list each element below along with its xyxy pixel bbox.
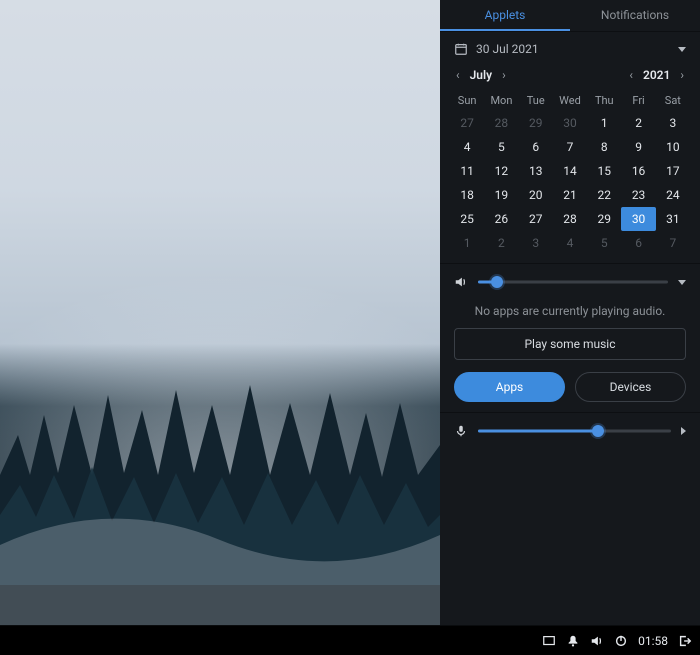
- calendar-prev-year[interactable]: ‹: [625, 66, 637, 84]
- tab-notifications[interactable]: Notifications: [570, 0, 700, 31]
- calendar-day[interactable]: 28: [484, 111, 518, 135]
- calendar-day[interactable]: 30: [621, 207, 655, 231]
- calendar-day[interactable]: 5: [484, 135, 518, 159]
- calendar-day[interactable]: 23: [621, 183, 655, 207]
- calendar-day[interactable]: 4: [450, 135, 484, 159]
- calendar-day[interactable]: 12: [484, 159, 518, 183]
- calendar-day[interactable]: 15: [587, 159, 621, 183]
- calendar-day[interactable]: 26: [484, 207, 518, 231]
- sound-tray-icon[interactable]: [590, 634, 604, 648]
- calendar-month-label: July: [470, 68, 492, 82]
- calendar-day[interactable]: 19: [484, 183, 518, 207]
- calendar-day[interactable]: 6: [621, 231, 655, 255]
- calendar-year-label: 2021: [643, 68, 670, 82]
- calendar-header: ‹ July › ‹ 2021 ›: [450, 62, 690, 90]
- play-music-button[interactable]: Play some music: [454, 328, 686, 360]
- calendar-day[interactable]: 9: [621, 135, 655, 159]
- desktop-wallpaper[interactable]: [0, 0, 440, 625]
- calendar-dow: Sat: [656, 90, 690, 111]
- calendar-day[interactable]: 7: [656, 231, 690, 255]
- calendar-day[interactable]: 17: [656, 159, 690, 183]
- notifications-tray-icon[interactable]: [566, 634, 580, 648]
- calendar-day[interactable]: 31: [656, 207, 690, 231]
- taskbar-clock[interactable]: 01:58: [638, 634, 668, 648]
- volume-section: No apps are currently playing audio. Pla…: [440, 264, 700, 413]
- audio-tabs: Apps Devices: [454, 372, 686, 402]
- calendar-day[interactable]: 3: [519, 231, 553, 255]
- calendar-day[interactable]: 29: [519, 111, 553, 135]
- mic-slider[interactable]: [478, 423, 671, 439]
- calendar-day[interactable]: 21: [553, 183, 587, 207]
- calendar-day[interactable]: 2: [621, 111, 655, 135]
- applets-panel: Applets Notifications 30 Jul 2021 ‹ July…: [440, 0, 700, 625]
- calendar-next-month[interactable]: ›: [498, 66, 510, 84]
- calendar-day[interactable]: 7: [553, 135, 587, 159]
- volume-slider[interactable]: [478, 274, 668, 290]
- panel-tabs: Applets Notifications: [440, 0, 700, 32]
- calendar-day[interactable]: 20: [519, 183, 553, 207]
- tab-applets[interactable]: Applets: [440, 0, 570, 31]
- taskbar: 01:58: [0, 625, 700, 655]
- calendar-day[interactable]: 22: [587, 183, 621, 207]
- mic-expand-icon[interactable]: [681, 427, 686, 435]
- calendar-day[interactable]: 1: [450, 231, 484, 255]
- calendar-day[interactable]: 25: [450, 207, 484, 231]
- calendar-day[interactable]: 27: [519, 207, 553, 231]
- calendar-prev-month[interactable]: ‹: [452, 66, 464, 84]
- calendar-day[interactable]: 4: [553, 231, 587, 255]
- calendar-dow: Wed: [553, 90, 587, 111]
- calendar-day[interactable]: 5: [587, 231, 621, 255]
- calendar-day[interactable]: 28: [553, 207, 587, 231]
- calendar-dow: Fri: [621, 90, 655, 111]
- apps-button[interactable]: Apps: [454, 372, 565, 402]
- calendar-day[interactable]: 27: [450, 111, 484, 135]
- calendar-day[interactable]: 24: [656, 183, 690, 207]
- calendar-day[interactable]: 14: [553, 159, 587, 183]
- wallpaper-trees: [0, 285, 440, 625]
- calendar-day[interactable]: 3: [656, 111, 690, 135]
- calendar-dow: Mon: [484, 90, 518, 111]
- calendar-day[interactable]: 18: [450, 183, 484, 207]
- calendar-day[interactable]: 10: [656, 135, 690, 159]
- calendar-icon: [454, 42, 468, 56]
- power-tray-icon[interactable]: [614, 634, 628, 648]
- session-tray-icon[interactable]: [678, 634, 692, 648]
- calendar-dow: Sun: [450, 90, 484, 111]
- audio-status: No apps are currently playing audio.: [454, 290, 686, 328]
- volume-expand-icon[interactable]: [678, 280, 686, 285]
- speaker-icon[interactable]: [454, 275, 468, 289]
- desktop-tray-icon[interactable]: [542, 634, 556, 648]
- calendar-day[interactable]: 1: [587, 111, 621, 135]
- date-expand-icon[interactable]: [678, 47, 686, 52]
- calendar-day[interactable]: 13: [519, 159, 553, 183]
- calendar-day[interactable]: 8: [587, 135, 621, 159]
- calendar-day[interactable]: 11: [450, 159, 484, 183]
- calendar: ‹ July › ‹ 2021 › SunMonTueWedThuFriSat …: [440, 62, 700, 264]
- calendar-dow: Tue: [519, 90, 553, 111]
- calendar-next-year[interactable]: ›: [676, 66, 688, 84]
- microphone-icon[interactable]: [454, 424, 468, 438]
- date-row[interactable]: 30 Jul 2021: [440, 32, 700, 62]
- date-label: 30 Jul 2021: [476, 42, 539, 56]
- calendar-day[interactable]: 29: [587, 207, 621, 231]
- calendar-day[interactable]: 6: [519, 135, 553, 159]
- calendar-dow: Thu: [587, 90, 621, 111]
- calendar-day[interactable]: 16: [621, 159, 655, 183]
- calendar-day[interactable]: 2: [484, 231, 518, 255]
- mic-section: [440, 413, 700, 449]
- calendar-day[interactable]: 30: [553, 111, 587, 135]
- devices-button[interactable]: Devices: [575, 372, 686, 402]
